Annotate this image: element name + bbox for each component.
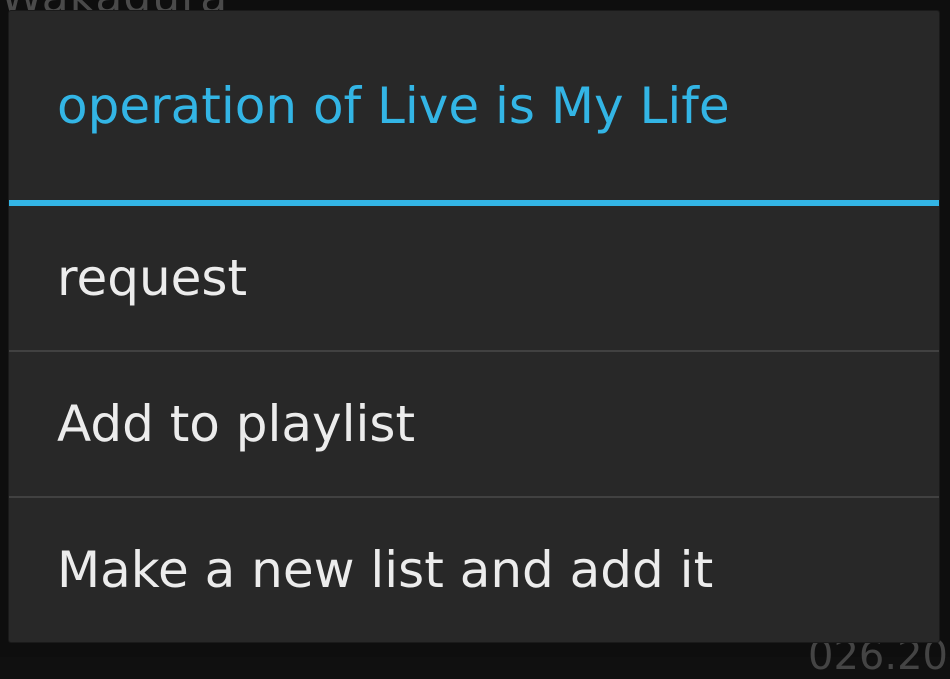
menu-item-label: request: [57, 249, 248, 307]
menu-item-label: Make a new list and add it: [57, 541, 714, 599]
dialog-title: operation of Live is My Life: [57, 76, 730, 135]
menu-item-request[interactable]: request: [9, 206, 939, 350]
menu-item-label: Add to playlist: [57, 395, 416, 453]
menu-item-add-to-playlist[interactable]: Add to playlist: [9, 352, 939, 496]
context-menu-dialog: operation of Live is My Life request Add…: [9, 11, 939, 642]
menu-item-make-new-list[interactable]: Make a new list and add it: [9, 498, 939, 642]
dialog-title-bar: operation of Live is My Life: [9, 11, 939, 200]
